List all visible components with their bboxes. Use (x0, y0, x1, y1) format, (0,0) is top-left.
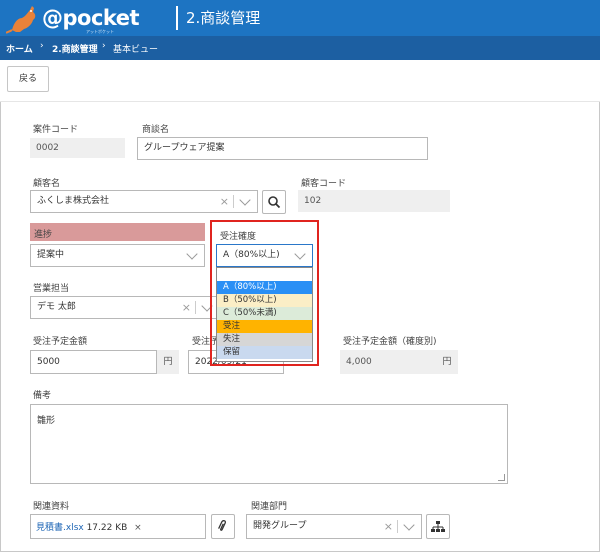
paperclip-icon (218, 520, 227, 531)
breadcrumb-deal-management[interactable]: 2.商談管理 (52, 42, 98, 55)
resize-handle-icon[interactable] (498, 474, 505, 481)
weighted-amount-unit: 円 (436, 350, 458, 374)
clear-icon[interactable]: × (384, 515, 393, 538)
search-icon (268, 196, 281, 209)
deal-name-input[interactable]: グループウェア提案 (137, 137, 428, 160)
breadcrumb-home[interactable]: ホーム (6, 42, 33, 55)
clear-icon[interactable]: × (220, 191, 229, 212)
progress-value: 提案中 (37, 250, 65, 260)
related-dept-select[interactable]: 開発グループ × (246, 514, 422, 539)
related-dept-label: 関連部門 (251, 502, 288, 512)
weighted-amount-field: 4,000 (340, 350, 436, 374)
page-title: 2.商談管理 (186, 9, 261, 27)
chevron-down-icon[interactable] (239, 193, 251, 206)
customer-code-label: 顧客コード (301, 179, 347, 189)
header-divider (176, 6, 178, 30)
app-header: @pocket アットポケット 2.商談管理 (0, 0, 600, 36)
remove-attachment-icon[interactable]: × (134, 523, 142, 533)
notes-label: 備考 (33, 391, 52, 401)
case-code-field: 0002 (30, 138, 125, 158)
notes-value: 雛形 (37, 416, 56, 426)
case-code-label: 案件コード (33, 125, 79, 135)
toolbar (0, 60, 600, 102)
notes-textarea[interactable]: 雛形 (30, 404, 508, 484)
kangaroo-logo-icon (6, 6, 36, 34)
progress-select[interactable]: 提案中 (30, 244, 205, 267)
progress-label: 進捗 (34, 230, 53, 240)
customer-code-field: 102 (298, 190, 450, 212)
chevron-down-icon[interactable] (186, 247, 198, 260)
attachment-chip[interactable]: 見積書.xlsx 17.22 KB × (36, 520, 142, 533)
attach-file-button[interactable] (211, 514, 235, 539)
attachment-file-name[interactable]: 見積書.xlsx (36, 523, 84, 533)
app-logo-text[interactable]: @pocket (42, 6, 140, 30)
highlight-box (210, 220, 319, 366)
sales-rep-value: デモ 太郎 (37, 302, 76, 312)
progress-label-bar (30, 223, 205, 241)
chevron-down-icon[interactable] (403, 518, 415, 531)
deal-name-label: 商談名 (142, 125, 170, 135)
attachment-file-size: 17.22 KB (86, 523, 128, 533)
sales-rep-label: 営業担当 (33, 284, 70, 294)
related-docs-label: 関連資料 (33, 502, 70, 512)
related-dept-value: 開発グループ (253, 521, 307, 531)
sales-rep-select[interactable]: デモ 太郎 × (30, 296, 220, 319)
order-amount-unit: 円 (157, 350, 179, 374)
order-amount-input[interactable]: 5000 (30, 350, 157, 374)
breadcrumb-basic-view: 基本ビュー (113, 45, 159, 55)
org-chart-button[interactable] (426, 514, 450, 539)
breadcrumb: ホーム › 2.商談管理 › 基本ビュー (0, 36, 600, 60)
customer-name-label: 顧客名 (33, 179, 61, 189)
customer-name-select[interactable]: ふくしま株式会社 × (30, 190, 258, 213)
clear-icon[interactable]: × (182, 297, 191, 318)
breadcrumb-separator-icon: › (40, 41, 44, 51)
weighted-amount-label: 受注予定金額（確度別) (343, 337, 437, 347)
breadcrumb-separator-icon: › (102, 41, 106, 51)
app-logo-subtext: アットポケット (86, 29, 114, 34)
customer-name-value: ふくしま株式会社 (37, 196, 110, 206)
customer-search-button[interactable] (262, 190, 286, 214)
order-amount-label: 受注予定金額 (33, 337, 88, 347)
back-button[interactable]: 戻る (7, 66, 49, 92)
org-chart-icon (431, 521, 445, 532)
